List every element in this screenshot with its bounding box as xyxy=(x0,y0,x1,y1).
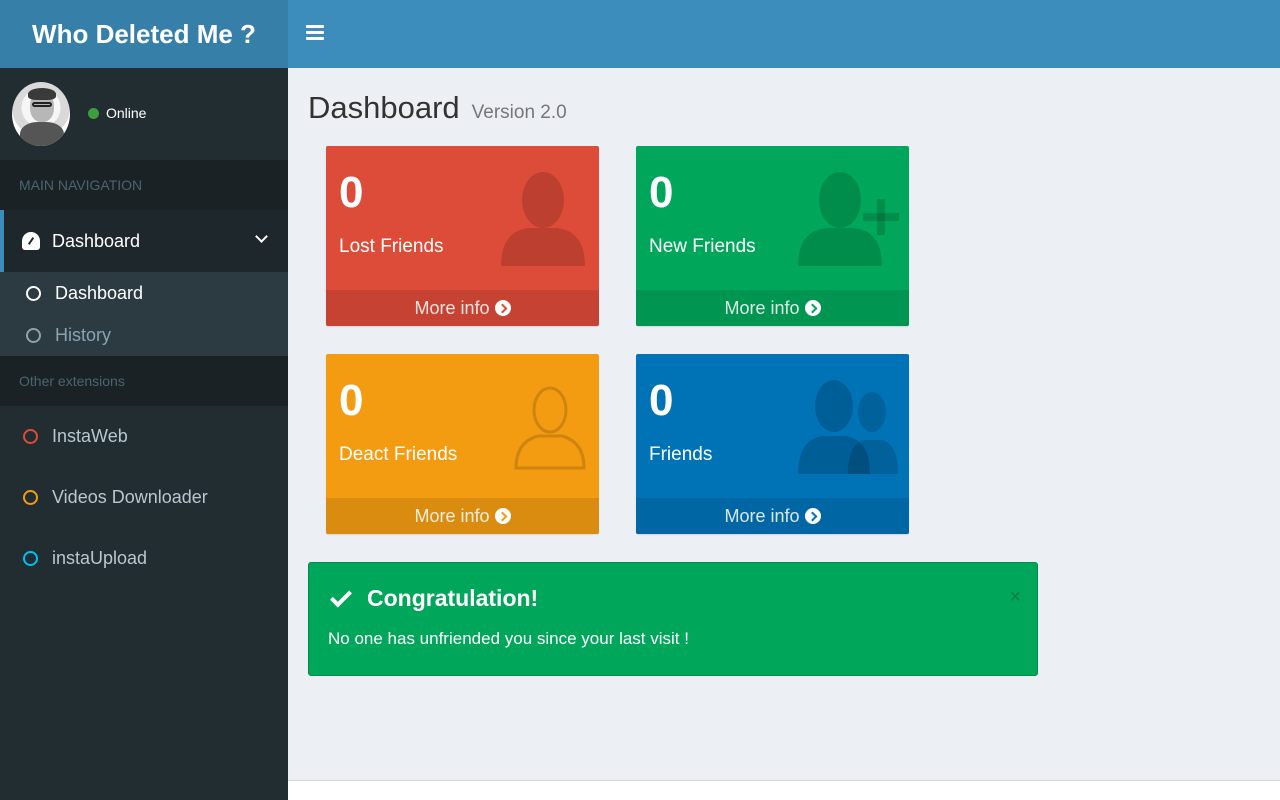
submenu-item-label: History xyxy=(55,324,112,345)
dashboard-submenu: Dashboard History xyxy=(0,272,288,356)
submenu-item-label: Dashboard xyxy=(55,282,144,303)
check-icon xyxy=(330,585,352,608)
extension-item-label: instaUpload xyxy=(52,548,148,568)
content-area: Dashboard Version 2.0 0 Lost Friends Mor… xyxy=(288,68,1280,780)
users-icon xyxy=(798,380,898,474)
more-info-label: More info xyxy=(414,297,490,318)
success-alert: Congratulation! No one has unfriended yo… xyxy=(308,562,1038,676)
user-icon xyxy=(501,172,585,266)
submenu-item-dashboard[interactable]: Dashboard xyxy=(0,272,288,314)
arrow-circle-right-icon xyxy=(494,508,511,524)
alert-title: Congratulation! xyxy=(367,585,539,611)
arrow-circle-right-icon xyxy=(494,300,511,316)
more-info-link[interactable]: More info xyxy=(636,290,909,326)
close-icon[interactable]: × xyxy=(1009,587,1021,607)
arrow-circle-right-icon xyxy=(804,508,821,524)
top-navbar xyxy=(288,0,1280,68)
extension-item-videos-downloader[interactable]: Videos Downloader xyxy=(0,467,288,528)
arrow-circle-right-icon xyxy=(804,300,821,316)
user-status-label: Online xyxy=(106,105,147,121)
avatar xyxy=(12,82,70,146)
stat-value: 0 xyxy=(649,376,674,425)
more-info-link[interactable]: More info xyxy=(636,498,909,534)
alert-message: No one has unfriended you since your las… xyxy=(328,629,689,648)
extension-item-label: Videos Downloader xyxy=(52,487,208,507)
online-dot-icon xyxy=(88,107,99,119)
stat-box-friends: 0 Friends More info xyxy=(636,354,909,534)
more-info-label: More info xyxy=(724,297,800,318)
stat-box-lost-friends: 0 Lost Friends More info xyxy=(326,146,599,326)
stat-label: Lost Friends xyxy=(339,236,444,257)
more-info-label: More info xyxy=(414,505,490,526)
footer-bar xyxy=(288,780,1280,800)
sidebar-item-label: Dashboard xyxy=(52,230,141,251)
stat-value: 0 xyxy=(649,168,674,217)
stat-label: Friends xyxy=(649,444,713,465)
stat-box-new-friends: 0 New Friends More info xyxy=(636,146,909,326)
extension-item-instaweb[interactable]: InstaWeb xyxy=(0,406,288,467)
page-title: Dashboard xyxy=(308,90,460,125)
circle-icon xyxy=(23,551,38,566)
stat-value: 0 xyxy=(339,168,364,217)
extension-item-instaupload[interactable]: instaUpload xyxy=(0,528,288,589)
circle-icon xyxy=(26,327,41,343)
more-info-label: More info xyxy=(724,505,800,526)
stat-value: 0 xyxy=(339,376,364,425)
chevron-down-icon xyxy=(255,230,268,243)
extension-item-label: InstaWeb xyxy=(52,426,128,446)
user-plus-icon xyxy=(798,172,899,266)
stat-label: New Friends xyxy=(649,236,756,257)
user-outline-icon xyxy=(514,386,586,470)
more-info-link[interactable]: More info xyxy=(326,290,599,326)
more-info-link[interactable]: More info xyxy=(326,498,599,534)
dashboard-icon xyxy=(22,232,40,250)
stat-label: Deact Friends xyxy=(339,444,458,465)
circle-icon xyxy=(23,429,38,444)
app-logo[interactable]: Who Deleted Me ? xyxy=(0,0,288,68)
user-panel: Online xyxy=(0,68,288,160)
sidebar: Online MAIN NAVIGATION Dashboard Dashboa… xyxy=(0,68,288,800)
submenu-item-history[interactable]: History xyxy=(0,314,288,356)
circle-icon xyxy=(23,490,38,505)
other-extensions-header: Other extensions xyxy=(0,356,288,406)
page-header: Dashboard Version 2.0 xyxy=(308,90,567,126)
circle-icon xyxy=(26,285,41,301)
user-status: Online xyxy=(88,105,146,121)
hamburger-icon[interactable] xyxy=(306,22,324,46)
sidebar-item-dashboard[interactable]: Dashboard xyxy=(0,210,288,272)
main-navigation-header: MAIN NAVIGATION xyxy=(0,160,288,210)
page-subtitle: Version 2.0 xyxy=(471,102,567,123)
stat-box-deact-friends: 0 Deact Friends More info xyxy=(326,354,599,534)
